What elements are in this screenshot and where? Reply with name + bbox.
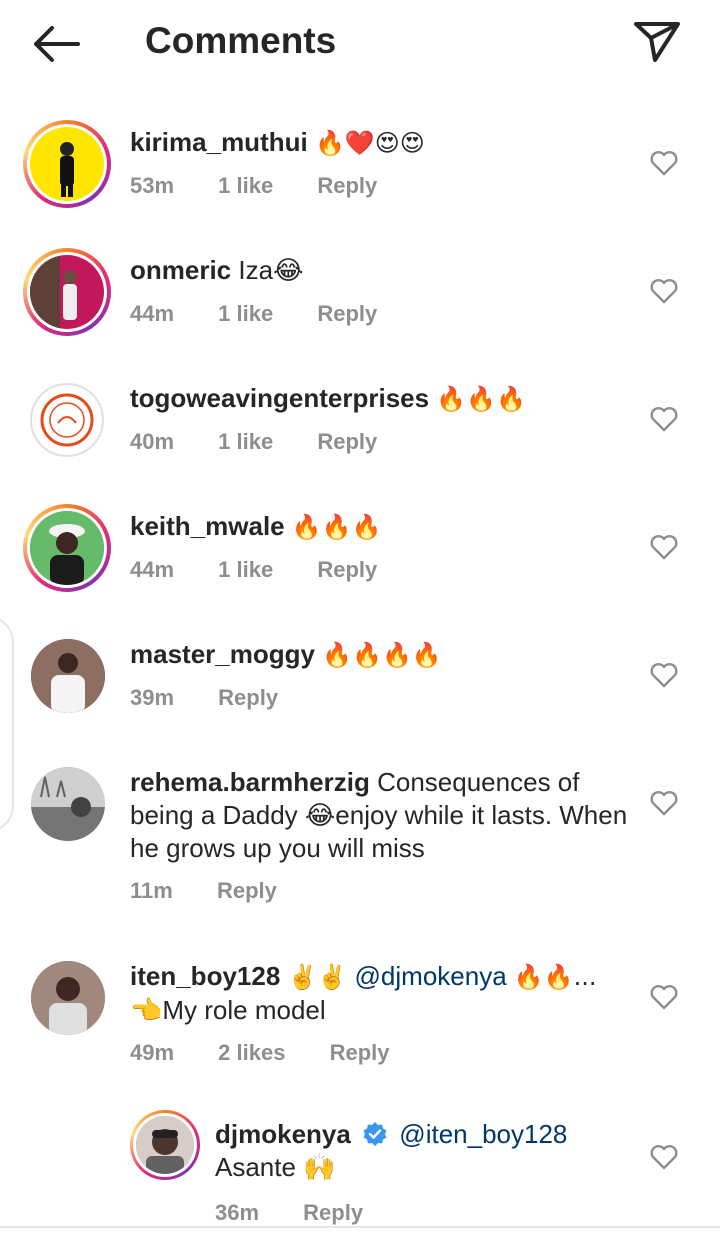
- comment-text: Iza😂: [238, 255, 304, 285]
- comment-meta: 40m 1 like Reply: [130, 429, 377, 455]
- heart-icon[interactable]: [650, 984, 678, 1010]
- comment-body: master_moggy 🔥🔥🔥🔥: [130, 638, 630, 672]
- comment-body: iten_boy128 ✌️✌️ @djmokenya 🔥🔥... 👈My ro…: [130, 960, 630, 1027]
- comment-username[interactable]: rehema.barmherzig: [130, 767, 370, 797]
- comment-username[interactable]: master_moggy: [130, 639, 315, 669]
- comment-body: togoweavingenterprises 🔥🔥🔥: [130, 382, 630, 416]
- comment-username[interactable]: onmeric: [130, 255, 231, 285]
- avatar: [30, 255, 104, 329]
- heart-icon[interactable]: [650, 278, 678, 304]
- reply-button[interactable]: Reply: [317, 429, 377, 455]
- page-title: Comments: [145, 20, 337, 61]
- comment-time: 11m: [130, 878, 173, 903]
- comment-meta: 44m 1 like Reply: [130, 301, 377, 327]
- comment-text: 🔥🔥🔥: [436, 385, 526, 413]
- comment-emojis: ✌️✌️: [287, 963, 348, 991]
- comment-text: 🔥🔥🔥: [291, 513, 382, 541]
- reply-meta: 36m Reply: [215, 1200, 363, 1226]
- comment-time: 40m: [130, 429, 175, 454]
- comment-likes[interactable]: 1 like: [218, 557, 273, 583]
- avatar-frame[interactable]: [23, 376, 111, 464]
- comment-text: 🔥🔥🔥🔥: [322, 641, 442, 669]
- comment-emojis: 🔥🔥...: [513, 963, 597, 991]
- heart-icon[interactable]: [650, 150, 678, 176]
- comment-body: onmeric Iza😂: [130, 254, 630, 287]
- comment-likes[interactable]: 2 likes: [218, 1040, 285, 1066]
- reply-button[interactable]: Reply: [303, 1200, 363, 1226]
- comment-likes[interactable]: 1 like: [218, 173, 273, 199]
- comment-meta: 44m 1 like Reply: [130, 557, 377, 583]
- avatar: [30, 127, 104, 201]
- heart-icon[interactable]: [650, 662, 678, 688]
- avatar[interactable]: [31, 961, 105, 1035]
- story-ring[interactable]: [23, 504, 111, 592]
- reply-time: 36m: [215, 1200, 260, 1225]
- reply-button[interactable]: Reply: [217, 878, 277, 904]
- comment-time: 53m: [130, 173, 175, 198]
- comment-meta: 53m 1 like Reply: [130, 173, 377, 199]
- reply-username[interactable]: djmokenya: [215, 1119, 351, 1149]
- comment-text: 👈My role model: [130, 995, 326, 1025]
- story-ring[interactable]: [23, 248, 111, 336]
- comment-meta: 11m Reply: [130, 878, 277, 904]
- reply-button[interactable]: Reply: [317, 557, 377, 583]
- comment-time: 49m: [130, 1040, 175, 1065]
- comment-body: kirima_muthui 🔥❤️😍😍: [130, 126, 630, 160]
- comment-username[interactable]: keith_mwale: [130, 511, 285, 541]
- comment-likes[interactable]: 1 like: [218, 429, 273, 455]
- back-arrow-icon[interactable]: [30, 22, 82, 66]
- comment-username[interactable]: kirima_muthui: [130, 127, 308, 157]
- heart-icon[interactable]: [650, 534, 678, 560]
- reply-button[interactable]: Reply: [317, 301, 377, 327]
- verified-badge-icon: [363, 1122, 387, 1146]
- paper-plane-icon[interactable]: [632, 18, 682, 64]
- avatar: [30, 383, 104, 457]
- avatar: [30, 511, 104, 585]
- reply-body: djmokenya @iten_boy128 Asante 🙌: [215, 1118, 635, 1184]
- reply-button[interactable]: Reply: [330, 1040, 390, 1066]
- divider: [0, 1226, 720, 1228]
- comment-username[interactable]: iten_boy128: [130, 961, 280, 991]
- comment-meta: 49m 2 likes Reply: [130, 1040, 390, 1066]
- comment-time: 39m: [130, 685, 175, 710]
- avatar[interactable]: [31, 767, 105, 841]
- mention-link[interactable]: @djmokenya: [355, 961, 507, 991]
- avatar: [136, 1116, 194, 1174]
- story-ring[interactable]: [130, 1110, 200, 1180]
- comment-body: rehema.barmherzig Consequences of being …: [130, 766, 630, 865]
- comment-time: 44m: [130, 557, 175, 582]
- comment-username[interactable]: togoweavingenterprises: [130, 383, 429, 413]
- reply-text: Asante 🙌: [215, 1152, 336, 1182]
- avatar[interactable]: [31, 639, 105, 713]
- reply-button[interactable]: Reply: [218, 685, 278, 711]
- reply-button[interactable]: Reply: [317, 173, 377, 199]
- side-drawer-handle[interactable]: [0, 616, 14, 832]
- story-ring[interactable]: [23, 120, 111, 208]
- comment-meta: 39m Reply: [130, 685, 278, 711]
- header-bar: Comments: [0, 0, 720, 88]
- comment-body: keith_mwale 🔥🔥🔥: [130, 510, 630, 544]
- comment-likes[interactable]: 1 like: [218, 301, 273, 327]
- heart-icon[interactable]: [650, 790, 678, 816]
- mention-link[interactable]: @iten_boy128: [399, 1119, 567, 1149]
- heart-icon[interactable]: [650, 1144, 678, 1170]
- heart-icon[interactable]: [650, 406, 678, 432]
- comment-time: 44m: [130, 301, 175, 326]
- comment-text: 🔥❤️😍😍: [314, 129, 425, 157]
